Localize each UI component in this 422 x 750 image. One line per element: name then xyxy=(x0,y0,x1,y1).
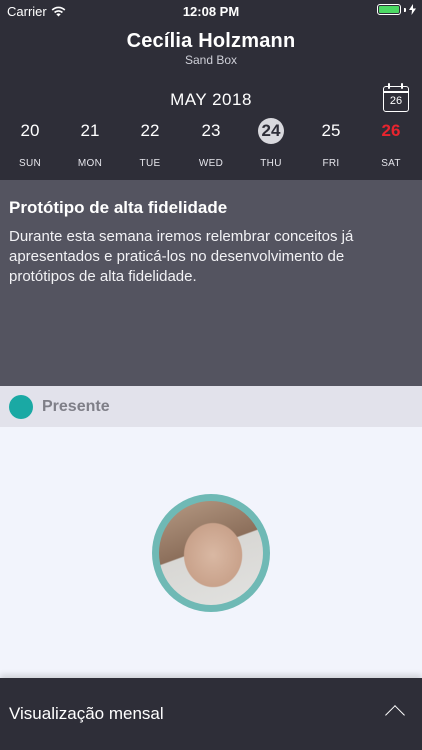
bolt-icon xyxy=(409,4,416,15)
day-sat[interactable]: 26 SAT xyxy=(366,118,416,169)
clock: 12:08 PM xyxy=(182,4,240,19)
status-bar: Carrier 12:08 PM xyxy=(0,0,422,22)
day-mon[interactable]: 21 MON xyxy=(65,118,115,169)
day-number: 22 xyxy=(140,121,160,140)
monthly-view-bar[interactable]: Visualização mensal xyxy=(0,678,422,750)
day-number-selected: 24 xyxy=(258,118,284,144)
day-thu[interactable]: 24 THU xyxy=(246,118,296,169)
calendar-icon-day: 26 xyxy=(389,95,403,107)
student-name: Cecília Holzmann xyxy=(126,30,296,52)
day-number: 20 xyxy=(20,121,40,140)
chevron-up-icon[interactable] xyxy=(385,705,405,725)
day-sun[interactable]: 20 SUN xyxy=(5,118,55,169)
day-number: 21 xyxy=(80,121,100,140)
lesson-card: Protótipo de alta fidelidade Durante est… xyxy=(0,180,422,386)
day-number: 23 xyxy=(201,121,221,140)
lesson-description: Durante esta semana iremos relembrar con… xyxy=(9,228,354,285)
day-fri[interactable]: 25 FRI xyxy=(306,118,356,169)
day-label: FRI xyxy=(322,158,340,169)
day-label: TUE xyxy=(139,158,161,169)
month-title: MAY 2018 xyxy=(170,90,252,109)
day-label: SAT xyxy=(381,158,401,169)
profile-area xyxy=(0,427,422,678)
attendance-label: Presente xyxy=(42,397,110,415)
day-label: WED xyxy=(198,158,224,169)
day-number: 25 xyxy=(321,121,341,140)
day-label: THU xyxy=(260,158,282,169)
workspace-name: Sand Box xyxy=(184,53,238,67)
monthly-view-label: Visualização mensal xyxy=(9,704,164,723)
day-wed[interactable]: 23 WED xyxy=(186,118,236,169)
day-label: MON xyxy=(77,158,103,169)
avatar[interactable] xyxy=(152,494,270,612)
day-label: SUN xyxy=(18,158,41,169)
header: Cecília Holzmann Sand Box MAY 2018 26 20… xyxy=(0,22,422,180)
day-number-highlighted: 26 xyxy=(381,121,401,140)
lesson-title: Protótipo de alta fidelidade xyxy=(9,198,228,217)
battery-icon xyxy=(377,4,416,15)
attendance-status: Presente xyxy=(0,386,422,427)
status-dot-icon xyxy=(9,394,33,419)
week-strip: 20 SUN 21 MON 22 TUE 23 WED 24 THU 25 FR… xyxy=(0,118,422,174)
calendar-icon[interactable]: 26 xyxy=(383,83,409,112)
profile-photo xyxy=(159,501,263,605)
day-tue[interactable]: 22 TUE xyxy=(125,118,175,169)
